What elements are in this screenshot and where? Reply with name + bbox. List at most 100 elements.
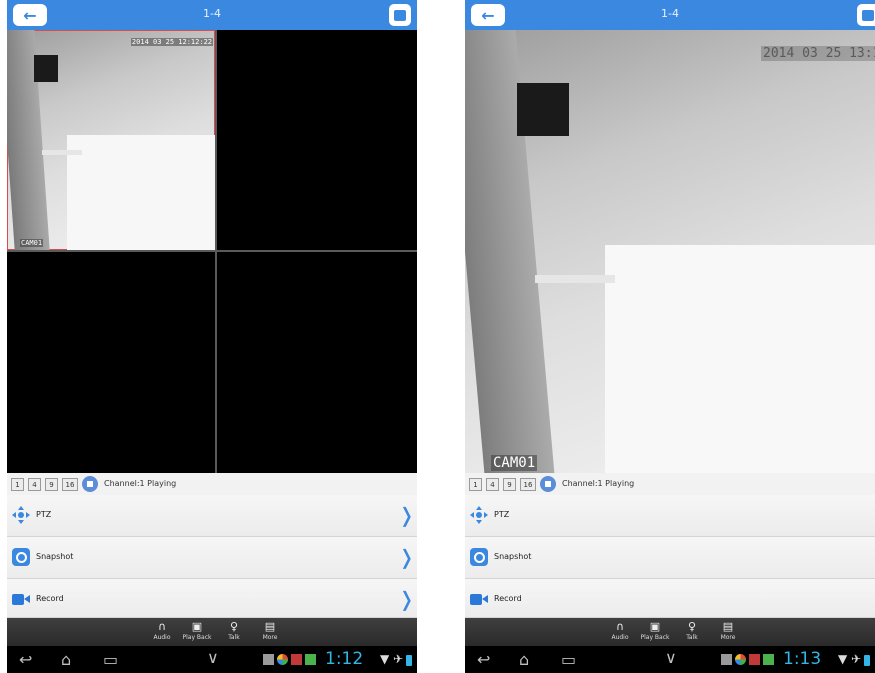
nav-recent-icon[interactable]: ▭ xyxy=(103,650,118,669)
wifi-icon: ▼ xyxy=(380,652,390,666)
channel-bar: 1 4 9 16 Channel:1 Playing xyxy=(7,473,417,495)
store-notification-icon xyxy=(305,654,316,665)
bright-doorway xyxy=(67,135,215,250)
nav-recent-icon[interactable]: ▭ xyxy=(561,650,576,669)
fullscreen-button[interactable] xyxy=(857,4,875,26)
video-grid: 2014 03 25 12:12:22 CAM01 xyxy=(7,30,417,473)
channel-bar: 1 4 9 16 Channel:1 Playing xyxy=(465,473,875,495)
channel-status: Channel:1 Playing xyxy=(562,479,635,488)
video-cell-4[interactable] xyxy=(217,252,417,473)
stop-button[interactable] xyxy=(540,476,556,492)
more-icon: ▤ xyxy=(722,620,734,633)
channel-status: Channel:1 Playing xyxy=(104,479,177,488)
menu-item-label: Snapshot xyxy=(494,552,532,561)
video-cell-1[interactable]: 2014 03 25 13:12:42 CAM01 xyxy=(465,30,875,473)
layout-1-button[interactable]: 1 xyxy=(469,478,482,491)
airplane-icon: ✈ xyxy=(393,652,404,666)
talk-button[interactable]: ♀ Talk xyxy=(216,620,252,642)
nav-back-icon[interactable]: ↩ xyxy=(477,650,490,669)
camera-timestamp: 2014 03 25 12:12:22 xyxy=(130,38,213,46)
nav-hide-keyboard-icon[interactable]: ∨ xyxy=(665,648,677,667)
video-cell-2[interactable] xyxy=(217,30,417,250)
chevron-right-icon: ❭ xyxy=(398,545,415,569)
wifi-icon: ▼ xyxy=(838,652,848,666)
gallery-notification-icon xyxy=(721,654,732,665)
audio-button[interactable]: ∩ Audio xyxy=(144,621,180,642)
layout-4-button[interactable]: 4 xyxy=(486,478,499,491)
page-title: 1-4 xyxy=(203,7,221,20)
playback-label: Play Back xyxy=(640,634,670,641)
title-bar: ← 1-4 xyxy=(465,0,875,30)
dark-panel xyxy=(34,55,58,82)
battery-icon xyxy=(406,655,412,666)
app-notification-icon xyxy=(277,654,288,665)
store-notification-icon xyxy=(763,654,774,665)
microphone-icon: ♀ xyxy=(229,620,239,633)
chevron-right-icon: ❭ xyxy=(398,503,415,527)
talk-button[interactable]: ♀ Talk xyxy=(674,620,710,642)
left-screen: ← 1-4 2014 03 25 12:12:22 CAM01 1 4 9 16… xyxy=(7,0,417,673)
camera-label: CAM01 xyxy=(491,455,538,471)
system-bar: ↩ ⌂ ▭ ∨ 1:12 ▼ ✈ xyxy=(7,646,417,673)
playback-icon: ▣ xyxy=(191,620,203,633)
playback-icon: ▣ xyxy=(649,620,661,633)
menu-item-label: Record xyxy=(36,594,64,603)
microphone-icon: ♀ xyxy=(687,620,697,633)
menu-item-record[interactable]: Record xyxy=(465,579,875,618)
more-button[interactable]: ▤ More xyxy=(710,620,746,642)
menu-item-ptz[interactable]: PTZ ❭ xyxy=(7,495,417,537)
menu-item-label: Snapshot xyxy=(36,552,74,561)
fullscreen-button[interactable] xyxy=(389,4,411,26)
fullscreen-icon xyxy=(862,9,874,21)
menu-item-snapshot[interactable]: Snapshot ❭ xyxy=(7,537,417,579)
clock: 1:12 xyxy=(325,649,364,669)
more-label: More xyxy=(720,634,736,641)
nav-home-icon[interactable]: ⌂ xyxy=(61,650,71,669)
layout-9-button[interactable]: 9 xyxy=(45,478,58,491)
video-cell-3[interactable] xyxy=(7,252,215,473)
nav-back-icon[interactable]: ↩ xyxy=(19,650,32,669)
menu-item-record[interactable]: Record ❭ xyxy=(7,579,417,618)
layout-4-button[interactable]: 4 xyxy=(28,478,41,491)
camera-icon xyxy=(470,548,488,566)
more-label: More xyxy=(262,634,278,641)
clock: 1:13 xyxy=(783,649,822,669)
layout-16-button[interactable]: 16 xyxy=(520,478,536,491)
layout-9-button[interactable]: 9 xyxy=(503,478,516,491)
nav-hide-keyboard-icon[interactable]: ∨ xyxy=(207,648,219,667)
talk-label: Talk xyxy=(686,634,698,641)
camera-timestamp: 2014 03 25 13:12:42 xyxy=(761,46,875,61)
stop-button[interactable] xyxy=(82,476,98,492)
stop-icon xyxy=(545,481,551,487)
more-button[interactable]: ▤ More xyxy=(252,620,288,642)
audio-label: Audio xyxy=(611,634,629,641)
nav-home-icon[interactable]: ⌂ xyxy=(519,650,529,669)
dark-panel xyxy=(517,83,569,136)
ptz-icon xyxy=(12,506,30,524)
menu-item-label: PTZ xyxy=(494,510,510,519)
more-icon: ▤ xyxy=(264,620,276,633)
playback-button[interactable]: ▣ Play Back xyxy=(179,620,215,642)
video-camera-icon xyxy=(12,590,30,608)
audio-button[interactable]: ∩ Audio xyxy=(602,621,638,642)
bottom-toolbar: ∩ Audio ▣ Play Back ♀ Talk ▤ More xyxy=(465,618,875,646)
camera-label: CAM01 xyxy=(20,239,44,247)
system-bar: ↩ ⌂ ▭ ∨ 1:13 ▼ ✈ xyxy=(465,646,875,673)
layout-1-button[interactable]: 1 xyxy=(11,478,24,491)
bright-doorway xyxy=(605,245,875,473)
audio-label: Audio xyxy=(153,634,171,641)
fullscreen-icon xyxy=(394,9,406,21)
playback-label: Play Back xyxy=(182,634,212,641)
video-cell-1[interactable]: 2014 03 25 12:12:22 CAM01 xyxy=(7,30,215,250)
bottom-toolbar: ∩ Audio ▣ Play Back ♀ Talk ▤ More xyxy=(7,618,417,646)
video-camera-icon xyxy=(470,590,488,608)
playback-button[interactable]: ▣ Play Back xyxy=(637,620,673,642)
layout-16-button[interactable]: 16 xyxy=(62,478,78,491)
gallery-notification-icon xyxy=(263,654,274,665)
chevron-right-icon: ❭ xyxy=(398,587,415,611)
menu-item-snapshot[interactable]: Snapshot xyxy=(465,537,875,579)
ptz-icon xyxy=(470,506,488,524)
menu-item-ptz[interactable]: PTZ xyxy=(465,495,875,537)
title-bar: ← 1-4 xyxy=(7,0,417,30)
video-view: 2014 03 25 13:12:42 CAM01 xyxy=(465,30,875,473)
